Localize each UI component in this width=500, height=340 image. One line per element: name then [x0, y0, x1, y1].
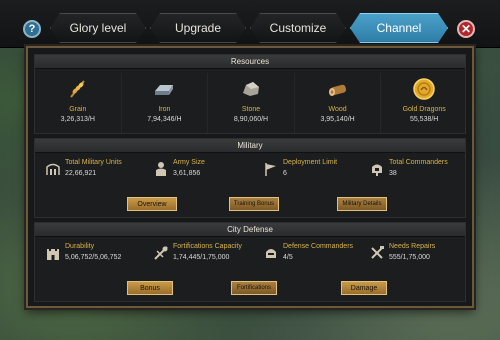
help-button[interactable]: ?	[23, 20, 41, 38]
resource-gold-dragons[interactable]: Gold Dragons 55,538/H	[381, 73, 467, 133]
resource-value: 3,95,140/H	[320, 116, 355, 123]
close-button[interactable]: ✕	[457, 20, 475, 38]
military-section: Military Total Military Units 22,66,921	[34, 138, 466, 218]
damage-button[interactable]: Damage	[341, 281, 387, 295]
help-icon: ?	[28, 23, 36, 35]
stat-deployment-limit: Deployment Limit 6	[263, 159, 337, 189]
helmet-icon	[266, 249, 276, 258]
resource-label: Gold Dragons	[402, 106, 446, 113]
stat-label: Total Military Units	[65, 159, 122, 166]
army-size-icon	[156, 162, 166, 176]
deployment-limit-icon	[265, 163, 276, 176]
stat-durability: Durability 5,06,752/5,06,752	[45, 243, 121, 273]
military-units-icon	[46, 163, 60, 175]
resource-value: 8,90,060/H	[233, 116, 269, 123]
castle-icon	[47, 249, 59, 260]
grain-icon	[70, 80, 85, 98]
close-icon: ✕	[460, 22, 472, 36]
stat-needs-repairs: Needs Repairs 555/1,75,000	[369, 243, 435, 273]
fortifications-icon	[154, 246, 168, 260]
stat-label: Total Commanders	[389, 159, 448, 166]
tab-label: Glory level	[69, 21, 127, 35]
resource-value: 55,538/H	[409, 116, 439, 123]
tab-label: Customize	[269, 21, 327, 35]
section-title: Military	[35, 139, 465, 153]
resource-label: Stone	[241, 106, 261, 113]
tab-customize[interactable]: Customize	[250, 13, 346, 43]
resources-section: Resources Grain 3,26,313/H Iron 7,94,346…	[34, 54, 466, 134]
wood-icon	[328, 84, 346, 96]
stone-icon	[242, 82, 259, 96]
stat-label: Defense Commanders	[283, 243, 354, 250]
stat-value: 5,06,752/5,06,752	[65, 254, 122, 261]
stat-total-military-units: Total Military Units 22,66,921	[45, 159, 122, 189]
stat-value: 22,66,921	[65, 170, 97, 177]
tab-label: Channel	[376, 21, 422, 35]
stat-label: Fortifications Capacity	[173, 243, 242, 250]
defense-stats-row: Durability 5,06,752/5,06,752 Fortificati…	[35, 243, 467, 273]
fortifications-button[interactable]: Fortifications	[231, 281, 277, 295]
stat-label: Army Size	[173, 159, 205, 166]
stat-label: Needs Repairs	[389, 243, 436, 250]
bonus-button[interactable]: Bonus	[127, 281, 173, 295]
city-defense-section: City Defense Durability 5,06,752/5,06,75…	[34, 222, 466, 302]
resource-label: Wood	[328, 106, 347, 113]
resource-grain[interactable]: Grain 3,26,313/H	[35, 73, 122, 133]
tab-upgrade[interactable]: Upgrade	[150, 13, 246, 43]
overview-button[interactable]: Overview	[127, 197, 177, 211]
stat-value: 6	[283, 170, 287, 177]
resource-stone[interactable]: Stone 8,90,060/H	[208, 73, 295, 133]
stat-army-size: Army Size 3,61,856	[153, 159, 205, 189]
resource-wood[interactable]: Wood 3,95,140/H	[295, 73, 382, 133]
training-bonus-button[interactable]: Training Bonus	[229, 197, 279, 211]
tab-label: Upgrade	[174, 21, 222, 35]
tab-bar: ? Glory level Upgrade Customize Channel …	[0, 0, 500, 48]
resource-iron[interactable]: Iron 7,94,346/H	[122, 73, 209, 133]
stat-defense-commanders: Defense Commanders 4/5	[263, 243, 353, 273]
resources-row: Grain 3,26,313/H Iron 7,94,346/H Stone 8…	[35, 73, 467, 133]
stat-value: 3,61,856	[173, 170, 201, 177]
iron-icon	[155, 85, 174, 95]
section-title: Resources	[35, 55, 465, 69]
commanders-icon	[372, 164, 382, 176]
resource-value: 7,94,346/H	[147, 116, 182, 123]
resource-value: 3,26,313/H	[60, 116, 95, 123]
city-info-panel: Resources Grain 3,26,313/H Iron 7,94,346…	[26, 46, 474, 308]
defense-buttons: Bonus Fortifications Damage	[35, 281, 467, 295]
stat-value: 4/5	[283, 254, 293, 261]
gold-dragons-icon	[413, 78, 435, 100]
stat-label: Durability	[65, 243, 95, 250]
military-stats-row: Total Military Units 22,66,921 Army Size…	[35, 159, 467, 189]
section-title: City Defense	[35, 223, 465, 237]
resource-label: Grain	[69, 106, 87, 113]
military-details-button[interactable]: Military Details	[337, 197, 387, 211]
military-buttons: Overview Training Bonus Military Details	[35, 197, 467, 211]
tab-glory-level[interactable]: Glory level	[50, 13, 146, 43]
stat-fortifications-capacity: Fortifications Capacity 1,74,445/1,75,00…	[153, 243, 242, 273]
resource-label: Iron	[158, 106, 171, 113]
repair-icon	[371, 246, 384, 259]
tab-channel[interactable]: Channel	[350, 13, 448, 43]
stat-value: 38	[389, 170, 397, 177]
stat-label: Deployment Limit	[283, 159, 338, 166]
stat-value: 1,74,445/1,75,000	[173, 254, 230, 261]
stat-total-commanders: Total Commanders 38	[369, 159, 448, 189]
stat-value: 555/1,75,000	[389, 254, 430, 261]
